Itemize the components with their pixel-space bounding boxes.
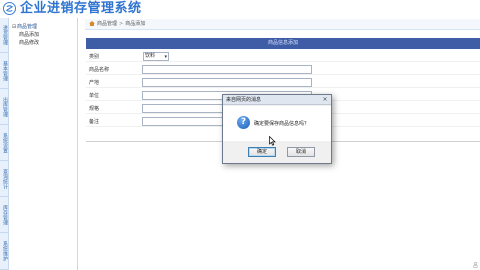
breadcrumb-separator: > xyxy=(119,21,124,27)
vtab-query[interactable]: 查询统计 xyxy=(0,161,9,197)
vertical-module-tabs: 进货管理 基本管理 出库管理 系统设置 查询统计 库存管理 系统维护 xyxy=(0,18,9,270)
dialog-titlebar[interactable]: 来自网页的消息 × xyxy=(223,95,331,105)
form-row-origin: 产地 xyxy=(86,77,480,88)
vtab-stock[interactable]: 库存管理 xyxy=(0,197,9,233)
category-label: 类别 xyxy=(89,54,100,60)
tree-item-goods-edit[interactable]: 商品修改 xyxy=(19,39,39,46)
form-row-name: 商品名称 xyxy=(86,64,480,75)
app-title: 企业进销存管理系统 xyxy=(20,1,142,16)
breadcrumb-part-2: 商品添加 xyxy=(125,21,146,27)
spec-label: 规格 xyxy=(89,106,100,112)
home-icon xyxy=(89,21,95,26)
ok-button[interactable]: 确定 xyxy=(248,147,276,157)
form-row-category: 类别 饮料 ▾ xyxy=(86,51,480,62)
name-input[interactable] xyxy=(142,65,312,74)
vtab-basic[interactable]: 基本管理 xyxy=(0,53,9,89)
category-select-value: 饮料 xyxy=(145,53,156,59)
question-icon: ? xyxy=(237,116,250,129)
navigation-tree: ⊟商品管理 商品添加 商品修改 xyxy=(9,18,78,270)
dialog-body: ? 确定要保存商品信息吗？ xyxy=(223,106,331,141)
dialog-message: 确定要保存商品信息吗？ xyxy=(254,121,310,127)
tree-root-label: 商品管理 xyxy=(17,24,38,30)
close-icon[interactable]: × xyxy=(321,96,329,103)
chevron-down-icon: ▾ xyxy=(164,54,167,60)
app-logo-icon xyxy=(3,2,16,15)
cancel-button[interactable]: 取消 xyxy=(287,147,315,157)
vtab-outbound[interactable]: 出库管理 xyxy=(0,89,9,125)
app-header: 企业进销存管理系统 xyxy=(0,0,480,18)
remark-label: 备注 xyxy=(89,119,100,125)
form-header: 商品信息添加 xyxy=(86,38,480,49)
category-select[interactable]: 饮料 ▾ xyxy=(143,52,169,61)
corner-mark: 吕 xyxy=(472,263,478,269)
origin-input[interactable] xyxy=(142,78,312,87)
breadcrumb-part-1[interactable]: 商品管理 xyxy=(97,21,117,27)
confirm-dialog: 来自网页的消息 × ? 确定要保存商品信息吗？ 确定 取消 xyxy=(222,94,332,164)
vtab-purchase[interactable]: 进货管理 xyxy=(0,18,9,53)
breadcrumb: 商品管理 > 商品添加 xyxy=(85,19,480,30)
mouse-cursor-icon xyxy=(269,136,276,146)
unit-label: 单位 xyxy=(89,93,100,99)
vtab-settings[interactable]: 系统设置 xyxy=(0,125,9,161)
tree-root-goods[interactable]: ⊟商品管理 xyxy=(12,23,37,30)
vtab-maintenance[interactable]: 系统维护 xyxy=(0,233,9,270)
tree-item-goods-add[interactable]: 商品添加 xyxy=(19,31,39,38)
dialog-title: 来自网页的消息 xyxy=(226,97,262,103)
name-label: 商品名称 xyxy=(89,67,110,73)
origin-label: 产地 xyxy=(89,80,100,86)
